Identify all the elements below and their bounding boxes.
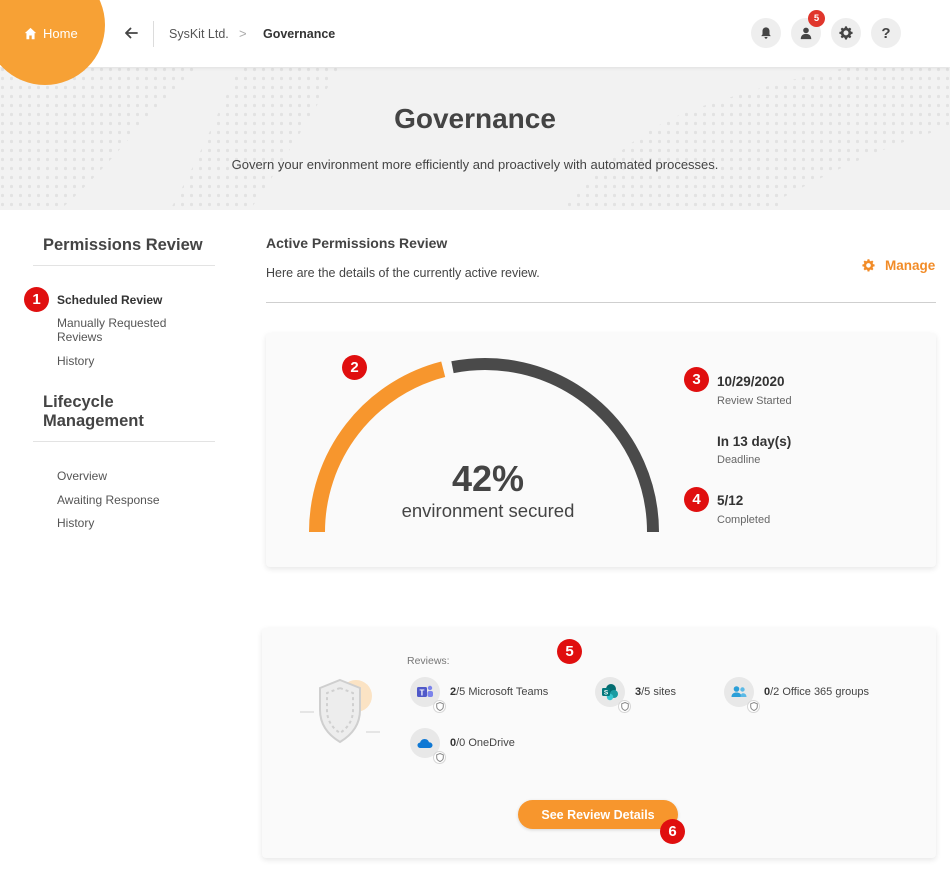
user-button[interactable]: 5 [791, 10, 825, 48]
sidebar-item-overview[interactable]: Overview [57, 469, 107, 483]
review-item-teams[interactable]: T 2/5 Microsoft Teams [410, 677, 549, 713]
svg-text:T: T [420, 688, 425, 697]
manage-label: Manage [885, 258, 936, 273]
annotation-marker: 6 [660, 819, 685, 844]
sidebar-section-lifecycle-management: Lifecycle Management [43, 393, 144, 430]
progress-caption: environment secured [401, 500, 575, 521]
svg-text:S: S [604, 690, 609, 697]
sidebar-item-history-lifecycle[interactable]: History [57, 516, 94, 530]
stat-deadline-value: In 13 day(s) [717, 434, 792, 449]
page-title: Governance [394, 103, 556, 134]
sidebar-item-manually-requested-reviews[interactable]: Manually Requested Reviews [57, 316, 197, 344]
review-count-rest: /0 OneDrive [456, 737, 515, 749]
home-icon [24, 27, 37, 40]
sidebar-item-scheduled-review[interactable]: Scheduled Review [57, 293, 162, 307]
review-item-sites[interactable]: S 3/5 sites [595, 677, 676, 713]
shield-icon [433, 751, 446, 764]
stat-review-started-value: 10/29/2020 [717, 374, 785, 389]
sidebar-item-awaiting-response[interactable]: Awaiting Response [57, 493, 160, 507]
bell-icon [761, 27, 771, 39]
divider [266, 302, 936, 303]
teams-icon: T [410, 677, 446, 713]
home-button[interactable]: Home [24, 26, 78, 41]
stat-deadline-label: Deadline [717, 454, 761, 466]
user-icon [800, 27, 812, 40]
divider [153, 21, 154, 47]
breadcrumb-separator: > [239, 26, 247, 41]
section-title: Active Permissions Review [266, 235, 448, 251]
onedrive-icon [410, 728, 446, 764]
annotation-marker: 2 [342, 355, 367, 380]
shield-icon [618, 700, 631, 713]
question-icon: ? [881, 24, 891, 42]
review-item-office365-groups[interactable]: 0/2 Office 365 groups [724, 677, 869, 713]
sidebar-section-permissions-review: Permissions Review [43, 236, 203, 254]
stat-completed-label: Completed [717, 514, 771, 526]
reviews-heading: Reviews: [407, 655, 450, 667]
annotation-marker: 3 [684, 367, 709, 392]
notification-count-badge: 5 [808, 10, 825, 27]
breadcrumb-current: Governance [263, 27, 336, 41]
page-subtitle: Govern your environment more efficiently… [231, 157, 719, 172]
shield-icon [747, 700, 760, 713]
sharepoint-icon: S [595, 677, 631, 713]
sidebar-item-history-permissions[interactable]: History [57, 354, 94, 368]
review-count-rest: /5 Microsoft Teams [456, 686, 549, 698]
top-bar: Home SysKit Ltd. > Governance 5 ? [0, 0, 950, 85]
progress-percent: 42% [451, 458, 525, 499]
home-label: Home [43, 26, 78, 41]
back-arrow-icon[interactable] [122, 24, 140, 42]
hero-banner: Governance Govern your environment more … [0, 67, 950, 210]
breadcrumb-tenant[interactable]: SysKit Ltd. [169, 27, 229, 41]
groups-icon [724, 677, 760, 713]
see-review-details-button[interactable]: See Review Details [518, 800, 678, 829]
settings-button[interactable] [831, 18, 861, 48]
help-button[interactable]: ? [871, 18, 901, 48]
dotted-pattern [0, 67, 950, 210]
annotation-marker: 5 [557, 639, 582, 664]
gear-icon [862, 259, 875, 272]
annotation-marker: 1 [24, 287, 49, 312]
divider [33, 441, 215, 442]
review-count-rest: /5 sites [641, 686, 676, 698]
notifications-button[interactable] [751, 18, 781, 48]
stat-review-started-label: Review Started [717, 395, 792, 407]
annotation-marker: 4 [684, 487, 709, 512]
shield-illustration-icon [300, 678, 380, 744]
section-subtitle: Here are the details of the currently ac… [266, 266, 540, 280]
review-item-onedrive[interactable]: 0/0 OneDrive [410, 728, 515, 764]
gear-icon [839, 26, 853, 40]
stat-completed-value: 5/12 [717, 493, 744, 508]
shield-icon [433, 700, 446, 713]
manage-button[interactable]: Manage [862, 258, 935, 273]
page: Home SysKit Ltd. > Governance 5 ? Govern… [0, 0, 950, 874]
review-count-rest: /2 Office 365 groups [770, 686, 869, 698]
divider [33, 265, 215, 266]
